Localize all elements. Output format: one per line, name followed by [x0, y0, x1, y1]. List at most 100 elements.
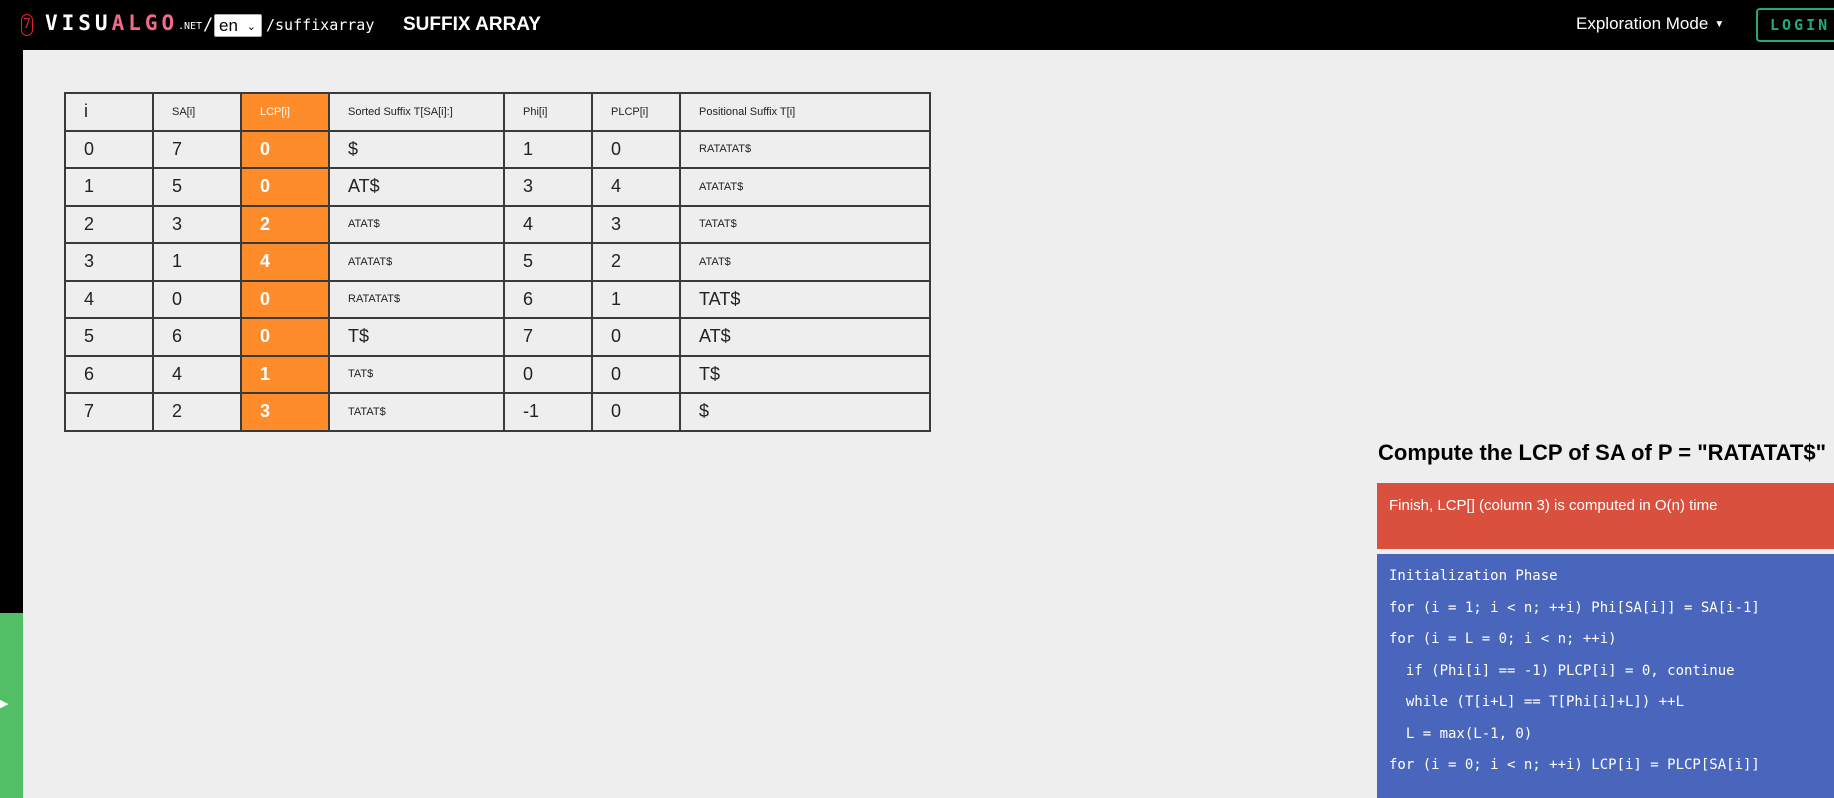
cell-i: 3 [64, 242, 154, 282]
header-sorted-suffix: Sorted Suffix T[SA[i]:] [328, 92, 505, 132]
cell-sorted-suffix: ATATAT$ [328, 242, 505, 282]
mode-dropdown[interactable]: Exploration Mode ▼ [1576, 14, 1724, 34]
cell-sa: 3 [152, 204, 242, 244]
header-plcp: PLCP[i] [591, 92, 681, 132]
cell-lcp: 0 [240, 279, 330, 319]
caret-down-icon: ▼ [1714, 19, 1725, 30]
arrow-right-icon: ▶ [0, 698, 9, 710]
page-title: SUFFIX ARRAY [403, 14, 541, 35]
code-line: Initialization Phase [1389, 568, 1558, 584]
language-value: en [219, 16, 238, 35]
cell-i: 7 [64, 392, 154, 432]
cell-phi: 7 [503, 317, 593, 357]
cell-plcp: 0 [591, 392, 681, 432]
cell-lcp: 3 [240, 392, 330, 432]
url-path: /suffixarray [266, 16, 375, 34]
status-message: Finish, LCP[] (column 3) is computed in … [1377, 483, 1834, 549]
cell-i: 4 [64, 279, 154, 319]
cell-sa: 6 [152, 317, 242, 357]
suffix-array-table: i SA[i] LCP[i] Sorted Suffix T[SA[i]:] P… [64, 92, 931, 432]
cell-positional-suffix: T$ [679, 354, 931, 394]
cell-i: 2 [64, 204, 154, 244]
logo-text-white: VISU [45, 11, 112, 35]
cell-sorted-suffix: $ [328, 129, 505, 169]
table-header-row: i SA[i] LCP[i] Sorted Suffix T[SA[i]:] P… [64, 92, 931, 132]
cell-sa: 2 [152, 392, 242, 432]
cell-sorted-suffix: RATATAT$ [328, 279, 505, 319]
cell-phi: 6 [503, 279, 593, 319]
table-row: 1 5 0 AT$ 3 4 ATATAT$ [64, 167, 931, 207]
mode-label: Exploration Mode [1576, 14, 1709, 33]
cell-sorted-suffix: TAT$ [328, 354, 505, 394]
status-title: Compute the LCP of SA of P = "RATATAT$" [1378, 440, 1827, 465]
code-line: L = max(L-1, 0) [1389, 725, 1533, 742]
cell-positional-suffix: TATAT$ [679, 204, 931, 244]
cell-positional-suffix: TAT$ [679, 279, 931, 319]
chevron-down-icon: ⌄ [246, 21, 256, 33]
language-select[interactable]: en ⌄ [214, 14, 262, 37]
cell-lcp: 4 [240, 242, 330, 282]
cell-i: 1 [64, 167, 154, 207]
visualgo-logo[interactable]: VISUALGO [45, 11, 178, 35]
cell-i: 5 [64, 317, 154, 357]
table-row: 2 3 2 ATAT$ 4 3 TATAT$ [64, 204, 931, 244]
cell-plcp: 4 [591, 167, 681, 207]
cell-sorted-suffix: TATAT$ [328, 392, 505, 432]
path-separator: / [203, 15, 214, 35]
cell-positional-suffix: ATAT$ [679, 242, 931, 282]
cell-sa: 7 [152, 129, 242, 169]
logo-text-pink: ALGO [111, 11, 179, 35]
table-row: 5 6 0 T$ 7 0 AT$ [64, 317, 931, 357]
cell-plcp: 2 [591, 242, 681, 282]
cell-sorted-suffix: AT$ [328, 167, 505, 207]
cell-lcp: 2 [240, 204, 330, 244]
cell-phi: 4 [503, 204, 593, 244]
cell-sorted-suffix: T$ [328, 317, 505, 357]
header-phi: Phi[i] [503, 92, 593, 132]
side-panel-toggle[interactable]: ▶ [0, 613, 23, 798]
cell-lcp: 0 [240, 129, 330, 169]
cell-positional-suffix: AT$ [679, 317, 931, 357]
code-line: for (i = L = 0; i < n; ++i) [1389, 631, 1617, 647]
cell-plcp: 0 [591, 354, 681, 394]
table-row: 4 0 0 RATATAT$ 6 1 TAT$ [64, 279, 931, 319]
code-line: while (T[i+L] == T[Phi[i]+L]) ++L [1389, 694, 1685, 710]
table-row: 7 2 3 TATAT$ -1 0 $ [64, 392, 931, 432]
cell-i: 0 [64, 129, 154, 169]
cell-lcp: 1 [240, 354, 330, 394]
header-sa: SA[i] [152, 92, 242, 132]
cell-phi: 5 [503, 242, 593, 282]
cell-i: 6 [64, 354, 154, 394]
code-line: for (i = 1; i < n; ++i) Phi[SA[i]] = SA[… [1389, 599, 1760, 616]
cell-sa: 5 [152, 167, 242, 207]
cell-lcp: 0 [240, 317, 330, 357]
header-positional-suffix: Positional Suffix T[i] [679, 92, 931, 132]
cell-positional-suffix: ATATAT$ [679, 167, 931, 207]
cell-sa: 1 [152, 242, 242, 282]
cell-lcp: 0 [240, 167, 330, 207]
cell-plcp: 1 [591, 279, 681, 319]
cell-phi: 1 [503, 129, 593, 169]
cell-phi: 0 [503, 354, 593, 394]
cell-sorted-suffix: ATAT$ [328, 204, 505, 244]
cell-sa: 0 [152, 279, 242, 319]
cell-plcp: 0 [591, 129, 681, 169]
code-line: if (Phi[i] == -1) PLCP[i] = 0, continue [1389, 662, 1735, 679]
cell-positional-suffix: RATATAT$ [679, 129, 931, 169]
cell-phi: -1 [503, 392, 593, 432]
header-lcp: LCP[i] [240, 92, 330, 132]
cell-plcp: 0 [591, 317, 681, 357]
code-line: for (i = 0; i < n; ++i) LCP[i] = PLCP[SA… [1389, 757, 1760, 773]
table-row: 6 4 1 TAT$ 0 0 T$ [64, 354, 931, 394]
login-button[interactable]: LOGIN [1756, 8, 1834, 42]
cell-sa: 4 [152, 354, 242, 394]
top-navbar: 7 VISUALGO .NET / en ⌄ /suffixarray SUFFI… [0, 0, 1834, 50]
table-row: 0 7 0 $ 1 0 RATATAT$ [64, 129, 931, 169]
header-i: i [64, 92, 154, 132]
cell-positional-suffix: $ [679, 392, 931, 432]
visualgo-logo-icon[interactable]: 7 [21, 14, 33, 36]
pseudocode-panel: Initialization Phase for (i = 1; i < n; … [1377, 554, 1834, 798]
cell-phi: 3 [503, 167, 593, 207]
table-row: 3 1 4 ATATAT$ 5 2 ATAT$ [64, 242, 931, 282]
cell-plcp: 3 [591, 204, 681, 244]
